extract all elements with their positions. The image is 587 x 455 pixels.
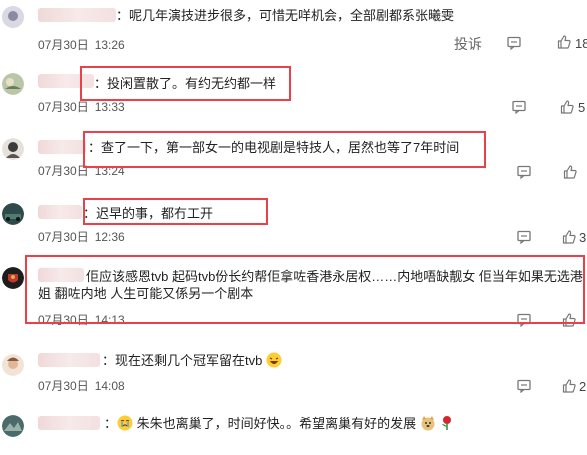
doge-emoji-icon — [421, 416, 435, 431]
like-count: 2 — [579, 379, 587, 394]
rose-icon — [442, 416, 452, 430]
comment-text: ：现在还剩几个冠军留在tvb — [102, 352, 282, 369]
avatar[interactable] — [2, 138, 24, 160]
report-button[interactable]: 投诉 — [454, 34, 482, 54]
avatar[interactable] — [2, 354, 24, 376]
highlight-box — [80, 66, 291, 101]
reply-icon[interactable] — [517, 379, 531, 393]
comment-body: ：现在还剩几个冠军留在tvb — [102, 353, 263, 368]
reply-icon[interactable] — [517, 165, 531, 179]
comment-text: ：呢几年演技进步很多，可惜无咩机会，全部剧都系张曦雯 — [116, 8, 455, 23]
like-count: 3 — [579, 230, 587, 245]
comment-item: ： 朱朱也离巢了，时间好快。。希望离巢有好的发展 — [0, 405, 587, 455]
highlight-box — [83, 198, 268, 225]
comment-body: 朱朱也离巢了，时间好快。。希望离巢有好的发展 — [136, 416, 417, 431]
like-count: 18 — [575, 36, 587, 51]
comment-item: ：呢几年演技进步很多，可惜无咩机会，全部剧都系张曦雯 07月30日 13:26 投… — [0, 0, 587, 60]
avatar[interactable] — [2, 203, 24, 225]
thumbs-up-icon[interactable] — [562, 230, 576, 244]
thumbs-up-icon[interactable] — [563, 165, 577, 179]
comment-date: 07月30日 12:36 — [38, 228, 125, 245]
thumbs-up-icon[interactable] — [562, 379, 576, 393]
username[interactable] — [38, 353, 100, 367]
username[interactable] — [38, 205, 82, 219]
username[interactable] — [38, 8, 116, 22]
date: 07月30日 — [38, 379, 89, 393]
comment-item: ：现在还剩几个冠军留在tvb 07月30日 14:08 2 — [0, 340, 587, 405]
date: 07月30日 — [38, 230, 89, 244]
like-count: 5 — [578, 100, 586, 115]
thumbs-up-icon[interactable] — [557, 35, 571, 49]
avatar[interactable] — [2, 73, 24, 95]
highlight-box — [83, 131, 486, 168]
reply-icon[interactable] — [517, 230, 531, 244]
username[interactable] — [38, 140, 86, 154]
time: 14:08 — [94, 379, 125, 393]
avatar[interactable] — [2, 415, 24, 437]
reply-icon[interactable] — [512, 100, 526, 114]
thumbs-up-icon[interactable] — [560, 100, 574, 114]
time: 13:33 — [94, 100, 125, 114]
comment-date: 07月30日 13:26 — [38, 36, 125, 53]
comment-date: 07月30日 14:08 — [38, 377, 125, 394]
comment-text: ： 朱朱也离巢了，时间好快。。希望离巢有好的发展 — [104, 415, 455, 432]
highlight-box — [25, 255, 585, 324]
reply-icon[interactable] — [507, 36, 521, 50]
laughing-emoji-icon — [266, 352, 282, 368]
separator: ： — [104, 416, 118, 431]
avatar[interactable] — [2, 267, 24, 289]
time: 12:36 — [94, 230, 125, 244]
time: 13:26 — [94, 38, 125, 52]
date: 07月30日 — [38, 164, 89, 178]
date: 07月30日 — [38, 100, 89, 114]
crying-emoji-icon — [117, 415, 133, 431]
username[interactable] — [38, 416, 100, 430]
avatar[interactable] — [2, 6, 24, 28]
date: 07月30日 — [38, 38, 89, 52]
